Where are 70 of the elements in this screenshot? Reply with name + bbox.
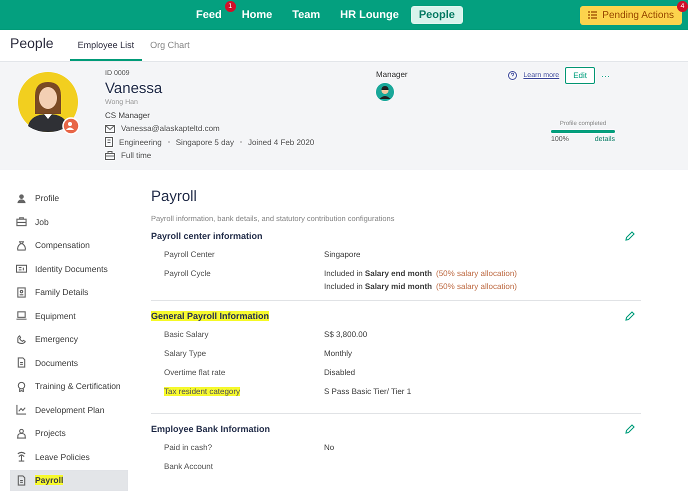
sidebar-item[interactable]: Leave Policies	[10, 446, 128, 467]
section-title: Payroll	[151, 188, 198, 205]
building-icon	[105, 137, 113, 147]
file-icon	[16, 474, 27, 486]
department: Engineering	[119, 138, 162, 146]
email: Vanessa@alaskapteltd.com	[121, 124, 220, 133]
list-icon	[588, 11, 598, 19]
mail-icon	[105, 124, 115, 132]
sidebar-item[interactable]: Projects	[10, 423, 128, 444]
file-icon	[16, 357, 27, 368]
employee-name: Vanessa	[105, 80, 164, 97]
group-heading: Payroll center information	[151, 231, 263, 241]
sidebar-item[interactable]: Profile	[10, 188, 128, 208]
sidebar-item[interactable]: Documents	[10, 352, 128, 373]
idcard-icon	[16, 263, 27, 274]
edit-icon[interactable]	[625, 311, 635, 321]
join-date: Joined 4 Feb 2020	[248, 138, 314, 146]
pending-actions-button[interactable]: Pending Actions	[580, 6, 682, 24]
briefcase-icon	[16, 216, 27, 228]
field-value: S Pass Basic Tier/ Tier 1	[324, 387, 412, 396]
field-value: Included in Salary end month	[324, 269, 432, 278]
phone-icon	[16, 334, 27, 345]
field-label: Payroll Center	[164, 250, 215, 259]
field-value: Disabled	[324, 368, 356, 377]
field-label: Overtime flat rate	[164, 368, 226, 377]
manager-avatar[interactable]	[376, 83, 394, 101]
field-value: S$ 3,800.00	[324, 330, 368, 339]
laptop-icon	[16, 310, 27, 322]
nav-tab[interactable]: People	[410, 6, 463, 24]
group-heading: General Payroll Information	[151, 311, 270, 321]
employment-type: Full time	[121, 151, 152, 160]
job-title: CS Manager	[105, 111, 151, 120]
chart-icon	[16, 404, 27, 416]
sidebar-item[interactable]: Compensation	[10, 235, 128, 256]
field-label: Tax resident category	[164, 387, 240, 396]
field-value: Monthly	[324, 349, 352, 358]
allocation-note: (50% salary allocation)	[436, 282, 517, 291]
edit-icon[interactable]	[625, 424, 635, 434]
manager-label: Manager	[376, 70, 408, 79]
sidebar-item[interactable]: Training & Certification	[10, 376, 128, 396]
sidebar-item[interactable]: Emergency	[10, 329, 128, 350]
sidebar-item[interactable]: Development Plan	[10, 400, 128, 420]
field-value: Included in Salary mid month	[324, 282, 432, 291]
award-icon	[16, 380, 27, 392]
field-label: Basic Salary	[164, 330, 208, 339]
briefcase-icon	[105, 151, 115, 160]
field-value: Singapore	[324, 250, 360, 259]
tab[interactable]: Org Chart	[142, 40, 198, 61]
sidebar-item[interactable]: Identity Documents	[10, 258, 128, 279]
bag-icon	[16, 240, 27, 251]
avatar-drawing	[18, 72, 82, 136]
allocation-note: (50% salary allocation)	[436, 269, 517, 278]
field-value: No	[324, 443, 334, 452]
sidebar-item[interactable]: Equipment	[10, 306, 128, 326]
umbrella-icon	[16, 451, 27, 462]
field-label: Paid in cash?	[164, 443, 212, 452]
field-label: Bank Account	[164, 462, 213, 471]
help-icon[interactable]	[508, 71, 518, 80]
field-label: Salary Type	[164, 349, 206, 358]
contact-icon	[16, 286, 27, 298]
person-icon	[16, 428, 27, 439]
user-icon	[16, 192, 27, 204]
sidebar-item[interactable]: Job	[10, 212, 128, 232]
work-schedule: Singapore 5 day	[176, 138, 234, 146]
group-heading: Employee Bank Information	[151, 424, 270, 434]
page-title: People	[10, 35, 54, 51]
sidebar-item[interactable]: Payroll	[10, 470, 128, 490]
sidebar-item[interactable]: Family Details	[10, 282, 128, 302]
edit-icon[interactable]	[625, 231, 635, 241]
field-label: Payroll Cycle	[164, 269, 211, 278]
